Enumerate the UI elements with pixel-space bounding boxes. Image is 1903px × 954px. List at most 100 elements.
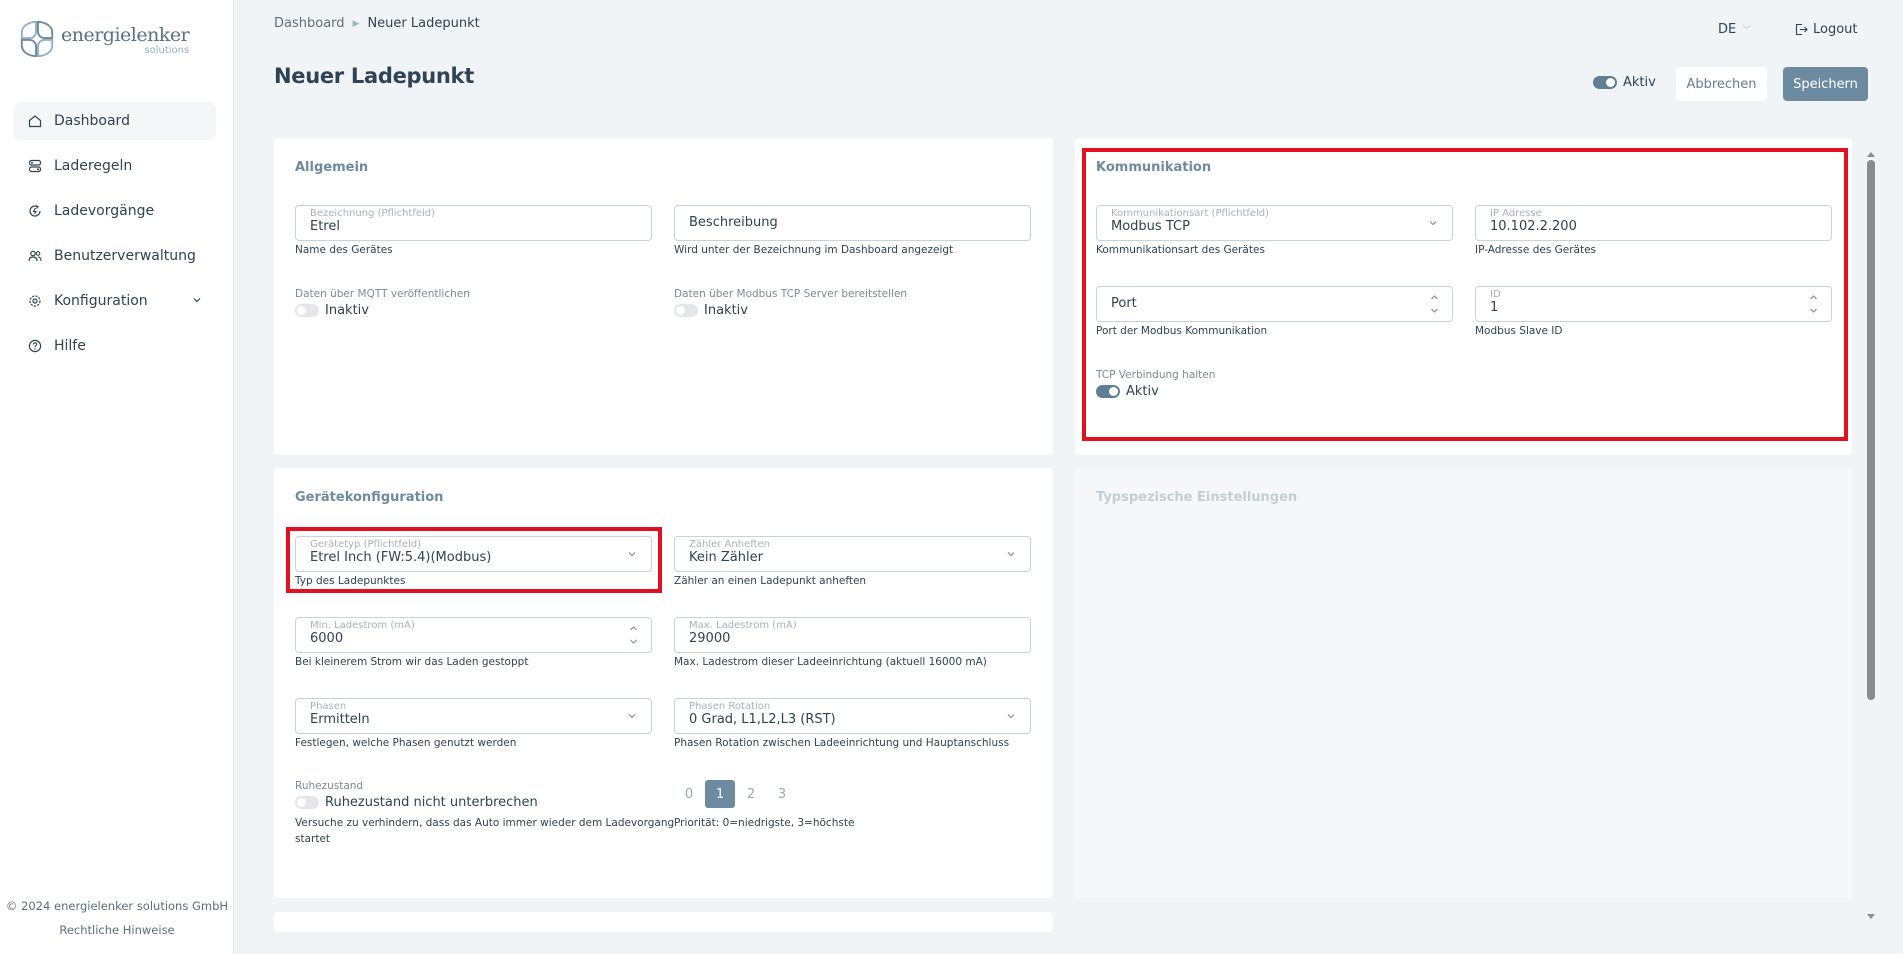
legal-link[interactable]: Rechtliche Hinweise [0,923,234,937]
logo-icon [20,20,54,58]
field-label: Max. Ladestrom (mA) [689,620,797,631]
toggle-text: Ruhezustand nicht unterbrechen [325,795,538,810]
users-icon [28,249,42,263]
gear-icon [28,294,42,308]
breadcrumb: Dashboard ▶ Neuer Ladepunkt [274,16,480,31]
field-value: Kein Zähler [689,550,763,565]
toggle-switch[interactable] [295,796,319,809]
help-icon [28,339,42,353]
name-field[interactable]: Bezeichnung (Pflichtfeld) Etrel [295,205,652,241]
priority-option[interactable]: 2 [736,780,766,808]
language-select[interactable]: DE ﹀ [1718,22,1751,37]
priority-option[interactable]: 0 [674,780,704,808]
cancel-button[interactable]: Abbrechen [1676,67,1767,101]
priority-selector[interactable]: 0 1 2 3 [674,780,798,808]
page-title: Neuer Ladepunkt [274,64,474,88]
sidebar-item-dashboard[interactable]: Dashboard [14,102,216,140]
card-title: Gerätekonfiguration [295,490,444,505]
field-hint: Festlegen, welche Phasen genutzt werden [295,737,517,749]
chevron-down-icon [1007,552,1015,557]
toggle-state: Inaktiv [325,303,369,318]
field-label: Phasen Rotation [689,701,771,712]
home-icon [28,114,42,128]
modbus-server-label: Daten über Modbus TCP Server bereitstell… [674,288,908,300]
mqtt-label: Daten über MQTT veröffentlichen [295,288,470,300]
sidebar-item-label: Konfiguration [54,293,148,309]
brand-sub: solutions [144,45,190,56]
scrollbar[interactable] [1866,152,1876,926]
breadcrumb-current: Neuer Ladepunkt [367,16,480,31]
field-label: Zähler Anheften [689,539,770,550]
description-field[interactable]: Beschreibung [674,205,1031,241]
scrollbar-thumb[interactable] [1867,160,1875,700]
sidebar-nav: Dashboard Laderegeln Ladevorgänge Benutz… [14,102,216,372]
sidebar-item-laderegeln[interactable]: Laderegeln [14,147,216,185]
breadcrumb-separator-icon: ▶ [352,18,360,29]
phases-select[interactable]: Phasen Ermitteln [295,698,652,734]
field-hint: Priorität: 0=niedrigste, 3=höchste [674,817,855,829]
card-typspezifisch: Typspezische Einstellungen [1075,468,1852,898]
meter-select[interactable]: Zähler Anheften Kein Zähler [674,536,1031,572]
active-label: Aktiv [1623,75,1656,90]
field-hint: Max. Ladestrom dieser Ladeeinrichtung (a… [674,656,987,668]
sidebar: energielenker solutions Dashboard Ladere… [0,0,234,954]
logout-button[interactable]: Logout [1795,22,1858,37]
field-hint: Bei kleinerem Strom wir das Laden gestop… [295,656,529,668]
field-value: Ermitteln [310,712,370,727]
field-value: 29000 [689,631,731,646]
priority-option[interactable]: 3 [767,780,797,808]
brand-logo[interactable]: energielenker solutions [18,20,190,58]
sidebar-item-benutzerverwaltung[interactable]: Benutzerverwaltung [14,237,216,275]
sidebar-item-ladevorgaenge[interactable]: Ladevorgänge [14,192,216,230]
field-hint: Zähler an einen Ladepunkt anheften [674,575,867,587]
priority-option-selected[interactable]: 1 [705,780,735,808]
max-current-field[interactable]: Max. Ladestrom (mA) 29000 [674,617,1031,653]
idle-toggle[interactable]: Ruhezustand nicht unterbrechen [295,795,538,810]
sidebar-item-hilfe[interactable]: Hilfe [14,327,216,365]
toggle-switch[interactable] [1593,76,1617,89]
mqtt-toggle[interactable]: Inaktiv [295,303,369,318]
active-toggle[interactable]: Aktiv [1593,75,1656,90]
sidebar-item-konfiguration[interactable]: Konfiguration [14,282,216,320]
brand-name: energielenker [61,24,190,46]
field-hint: Phasen Rotation zwischen Ladeeinrichtung… [674,737,1010,749]
field-value: 6000 [310,631,344,646]
min-current-field[interactable]: Min. Ladestrom (mA) 6000 [295,617,652,653]
logout-label: Logout [1813,22,1858,37]
toggle-switch[interactable] [295,304,319,317]
card-title: Allgemein [295,160,369,175]
field-value: Etrel [310,219,340,234]
card-next [274,912,1053,932]
sidebar-item-label: Benutzerverwaltung [54,248,196,264]
field-label: Min. Ladestrom (mA) [310,620,415,631]
breadcrumb-parent[interactable]: Dashboard [274,16,345,31]
field-hint: Versuche zu verhindern, dass das Auto im… [295,817,675,829]
save-button[interactable]: Speichern [1783,67,1868,101]
card-allgemein: Allgemein Bezeichnung (Pflichtfeld) Etre… [274,138,1053,455]
toggle-switch[interactable] [674,304,698,317]
scroll-down-icon[interactable] [1867,914,1875,919]
sidebar-item-label: Laderegeln [54,158,133,174]
copyright-text: © 2024 energielenker solutions GmbH [5,899,229,913]
phase-rotation-select[interactable]: Phasen Rotation 0 Grad, L1,L2,L3 (RST) [674,698,1031,734]
sidebar-item-label: Dashboard [54,113,130,129]
field-placeholder: Beschreibung [689,215,778,230]
field-label: Bezeichnung (Pflichtfeld) [310,208,436,219]
sidebar-item-label: Hilfe [54,338,86,354]
chevron-down-icon [193,298,201,303]
sidebar-item-label: Ladevorgänge [54,203,155,219]
charging-cycle-icon [28,204,42,218]
field-label: Phasen [310,701,347,712]
language-value: DE [1718,22,1737,37]
modbus-server-toggle[interactable]: Inaktiv [674,303,748,318]
stepper-icon[interactable] [629,623,638,647]
chevron-down-icon [628,714,636,719]
idle-label: Ruhezustand [295,780,364,792]
highlight-box-kommunikation [1082,148,1848,441]
scroll-up-icon[interactable] [1867,152,1875,157]
rules-icon [28,159,42,173]
field-hint: Wird unter der Bezeichnung im Dashboard … [674,244,954,256]
chevron-down-icon [1007,714,1015,719]
highlight-box-device-type [286,527,662,593]
field-value: 0 Grad, L1,L2,L3 (RST) [689,712,836,727]
